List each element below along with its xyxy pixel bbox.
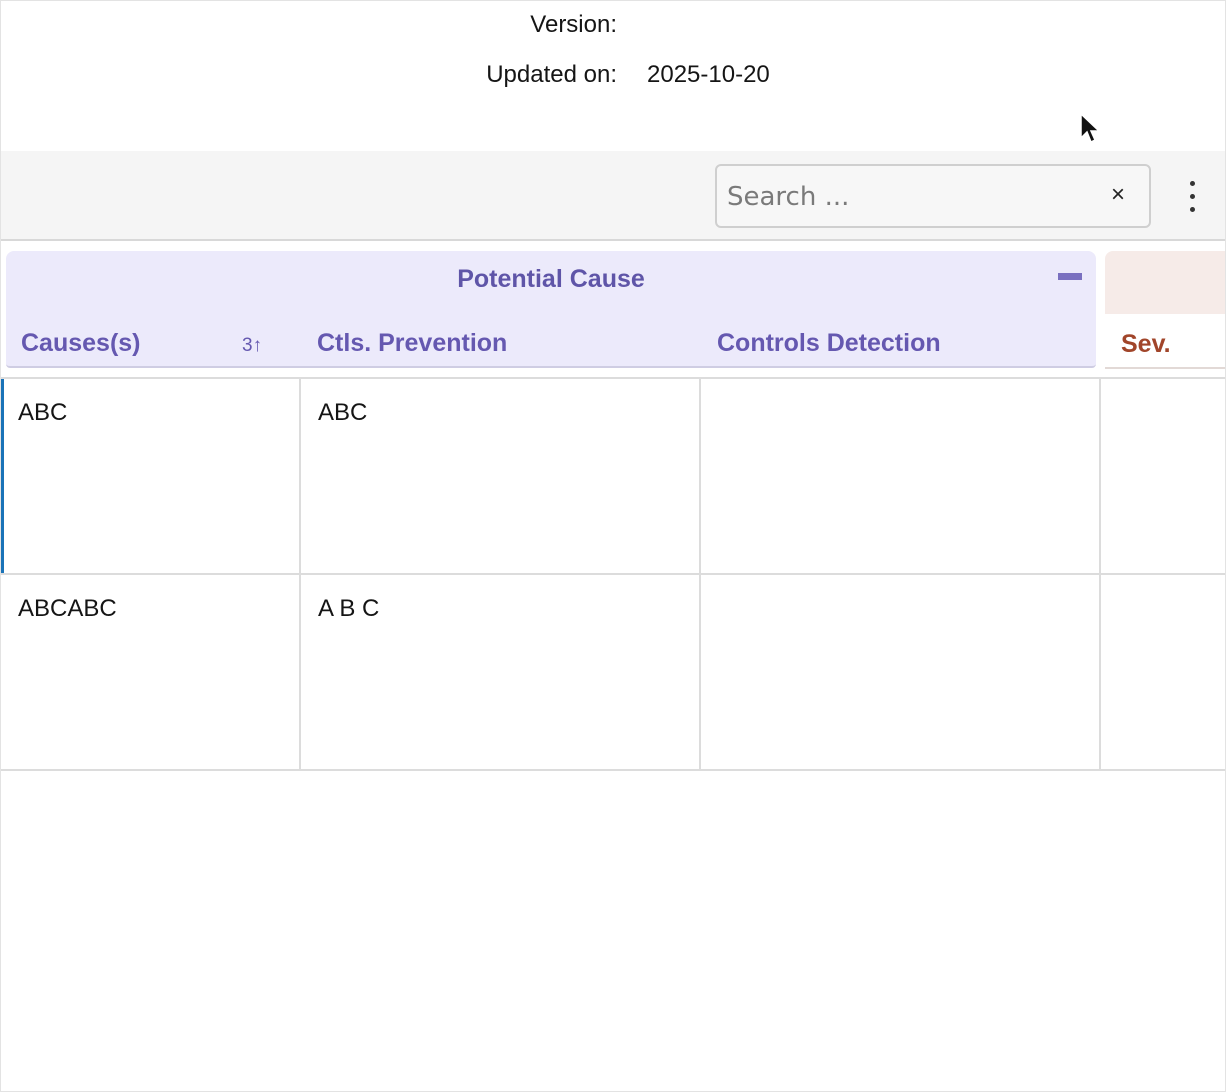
column-header-prevention[interactable]: Ctls. Prevention [317, 329, 507, 358]
table-row[interactable]: ABC ABC [1, 377, 1225, 573]
column-header-severity-label: Sev. [1121, 330, 1171, 358]
column-header-detection[interactable]: Controls Detection [717, 329, 941, 358]
cell-severity[interactable] [1101, 379, 1225, 573]
cell-text: ABC [18, 399, 68, 426]
updated-on-label: Updated on: [486, 61, 617, 88]
cell-prevention[interactable]: ABC [301, 379, 701, 573]
column-header-causes[interactable]: Causes(s) [21, 329, 141, 358]
cell-detection[interactable] [701, 379, 1101, 573]
sort-ascending-icon[interactable]: 3↑ [242, 335, 262, 357]
grid-toolbar: × [1, 151, 1225, 241]
cell-text: A B C [318, 595, 380, 622]
collapse-group-icon[interactable] [1058, 273, 1082, 280]
search-input[interactable] [725, 174, 1099, 220]
column-group-severity [1105, 251, 1225, 314]
cell-prevention[interactable]: A B C [301, 575, 701, 769]
cell-text: ABCABC [18, 595, 117, 622]
cell-severity[interactable] [1101, 575, 1225, 769]
column-header-severity[interactable]: Sev. [1105, 314, 1225, 369]
column-group-title: Potential Cause [457, 265, 645, 293]
fmea-page: Version: Updated on: 2025-10-20 × Potent… [0, 0, 1226, 1092]
updated-on-value: 2025-10-20 [647, 61, 770, 88]
search-box: × [715, 164, 1151, 228]
cell-causes[interactable]: ABC [1, 379, 301, 573]
mouse-pointer-icon [1080, 113, 1101, 144]
version-label: Version: [530, 11, 617, 38]
column-group-potential-cause: Potential Cause Causes(s) 3↑ Ctls. Preve… [6, 251, 1096, 368]
clear-search-icon[interactable]: × [1105, 182, 1131, 208]
cell-detection[interactable] [701, 575, 1101, 769]
table-row[interactable]: ABCABC A B C [1, 573, 1225, 771]
cell-causes[interactable]: ABCABC [1, 575, 301, 769]
more-options-icon[interactable] [1179, 179, 1205, 215]
cell-text: ABC [318, 399, 368, 426]
